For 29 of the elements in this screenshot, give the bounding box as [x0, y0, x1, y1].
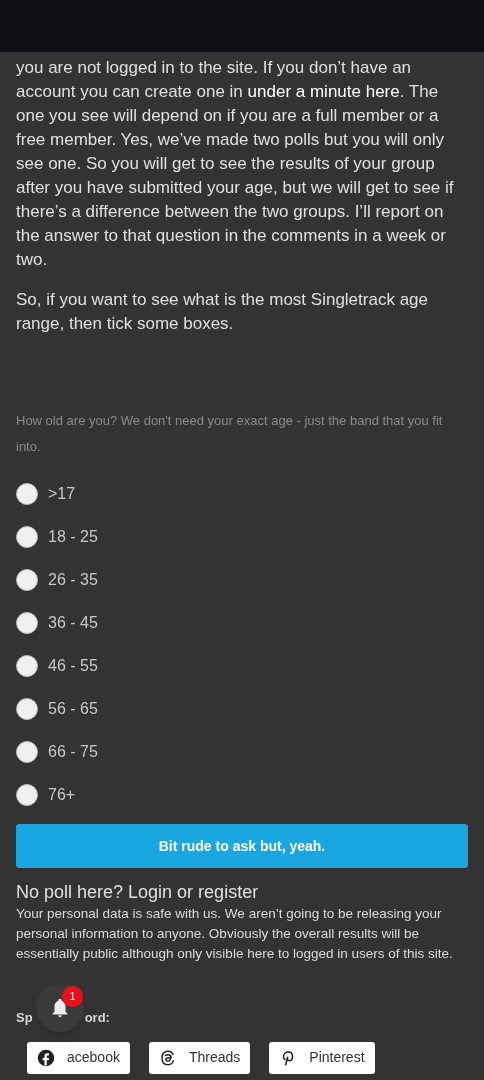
age-option[interactable]: >17: [16, 472, 468, 515]
share-button[interactable]: acebook: [27, 1041, 130, 1074]
radio-button[interactable]: [16, 525, 38, 548]
age-option[interactable]: 18 - 25: [16, 515, 468, 558]
radio-button[interactable]: [16, 568, 38, 591]
share-label: ord:: [84, 1009, 110, 1027]
notice-heading: No poll here? Login or register: [16, 881, 260, 904]
facebook-icon: [37, 1048, 55, 1067]
article-paragraph: So, if you want to see what is the most Singletrack age range, then tick some boxes.: [16, 289, 429, 335]
age-option[interactable]: 56 - 65: [16, 687, 468, 730]
age-option[interactable]: 76+: [16, 773, 468, 816]
radio-button[interactable]: [16, 654, 38, 677]
threads-icon: [158, 1048, 177, 1067]
radio-button[interactable]: [16, 482, 38, 505]
share-button[interactable]: Threads: [148, 1041, 251, 1074]
age-option[interactable]: 36 - 45: [16, 601, 468, 644]
poll-question: How old are you? We don't need your exact age - just the band that you fit into.: [16, 412, 444, 456]
age-option[interactable]: 26 - 35: [16, 558, 468, 601]
radio-button[interactable]: [16, 697, 38, 720]
age-option[interactable]: 66 - 75: [16, 730, 468, 773]
article-paragraph: you are not logged in to the site. If you don’t have an account you can create one in under a minute here. The one you see will depend on if you are a full member or a free member. Yes, we’ve made two polls but you will only see one. So you will get to see the results of your group after you have submitted your age, but we will get to see if there’s a difference between the two groups. I’ll report on the answer to that question in the comments in a week or two.: [16, 57, 455, 271]
notice-text: Your personal data is safe with us. We aren’t going to be releasing your personal information to anyone. Obviously the overall results will be essentially public although only visible here to logged in users of this site.: [16, 905, 454, 963]
age-option[interactable]: 46 - 55: [16, 644, 468, 687]
radio-button[interactable]: [16, 740, 38, 763]
register-link[interactable]: under a minute here: [247, 82, 400, 101]
share-label: Sp: [16, 1009, 33, 1027]
share-button[interactable]: Pinterest: [269, 1041, 375, 1074]
radio-button[interactable]: [16, 611, 38, 634]
radio-button[interactable]: [16, 783, 38, 806]
